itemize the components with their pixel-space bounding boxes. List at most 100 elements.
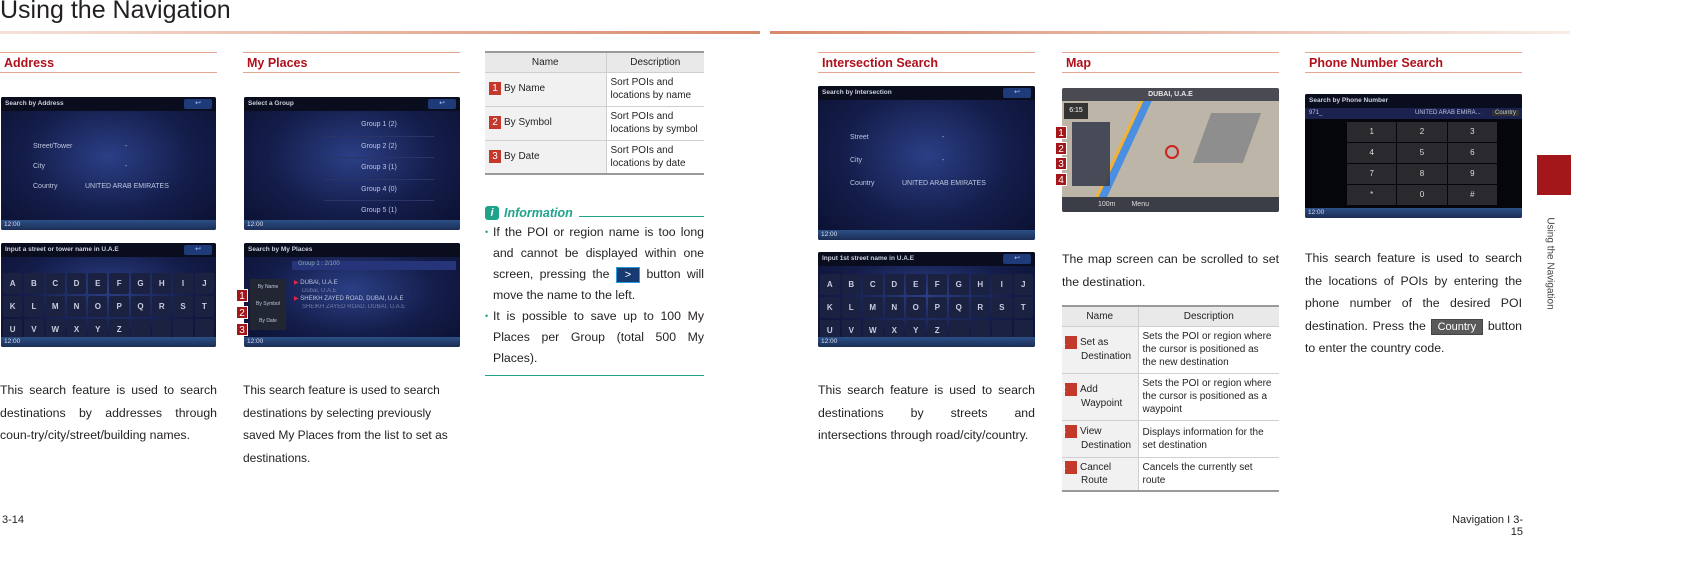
back-icon[interactable]: ↩ bbox=[428, 99, 456, 109]
key[interactable]: J bbox=[1013, 274, 1033, 295]
sort-by-name-button[interactable]: By Name bbox=[250, 279, 286, 296]
key[interactable]: M bbox=[45, 296, 65, 317]
phone-input[interactable]: 971_ UNITED ARAB EMIRA... Country bbox=[1305, 108, 1522, 119]
key[interactable]: L bbox=[24, 296, 44, 317]
phone-search-screen: Search by Phone Number 971_ UNITED ARAB E… bbox=[1305, 94, 1522, 218]
group-item[interactable]: Group 4 (0) bbox=[324, 180, 434, 201]
keypad-key[interactable]: 6 bbox=[1447, 143, 1497, 163]
key[interactable]: R bbox=[970, 297, 990, 318]
key[interactable]: B bbox=[24, 273, 44, 294]
information-heading: Information bbox=[504, 206, 573, 220]
field-row[interactable]: Street - bbox=[850, 126, 986, 149]
place-item[interactable]: ▶ SHEIKH ZAYED ROAD, DUBAI, U.A.E SHEIKH … bbox=[294, 295, 405, 311]
section-title: Intersection Search bbox=[822, 56, 939, 70]
key[interactable]: J bbox=[194, 273, 214, 294]
key[interactable]: K bbox=[3, 296, 23, 317]
back-icon[interactable]: ↩ bbox=[1003, 88, 1031, 98]
key[interactable]: T bbox=[194, 296, 214, 317]
keypad-key[interactable]: 4 bbox=[1347, 143, 1397, 163]
map-menu-table: Name Description 1 Set as Destination Sets … bbox=[1060, 305, 1279, 492]
clock: 12:00 bbox=[818, 337, 1035, 347]
section-header-intersection: Intersection Search bbox=[818, 52, 1035, 73]
key[interactable]: A bbox=[3, 273, 23, 294]
key[interactable]: P bbox=[109, 296, 129, 317]
column-header: Description bbox=[1138, 305, 1279, 327]
key[interactable]: D bbox=[66, 273, 87, 294]
key[interactable]: I bbox=[173, 273, 193, 294]
sort-by-date-button[interactable]: By Date bbox=[250, 313, 286, 330]
key[interactable]: L bbox=[841, 297, 861, 318]
callout-1: 1 bbox=[1055, 126, 1067, 139]
key[interactable]: Q bbox=[130, 296, 151, 317]
keypad-key[interactable]: 8 bbox=[1397, 164, 1447, 184]
key[interactable]: S bbox=[992, 297, 1012, 318]
map-screen[interactable]: DUBAI, U.A.E 6:15 100m Menu bbox=[1062, 88, 1279, 212]
keypad-key[interactable]: 9 bbox=[1447, 164, 1497, 184]
key[interactable]: P bbox=[927, 297, 947, 318]
keypad-key[interactable]: 7 bbox=[1347, 164, 1397, 184]
key[interactable]: G bbox=[949, 274, 969, 295]
section-title: Address bbox=[4, 56, 55, 70]
field-row[interactable]: City - bbox=[850, 149, 986, 172]
menu-button[interactable]: Menu bbox=[1131, 201, 1149, 208]
key[interactable]: E bbox=[88, 273, 108, 294]
sort-by-symbol-button[interactable]: By Symbol bbox=[250, 296, 286, 313]
clock: 12:00 bbox=[244, 220, 460, 230]
key[interactable]: B bbox=[841, 274, 861, 295]
group-item[interactable]: Group 1 (2) bbox=[324, 115, 434, 137]
field-row[interactable]: City - bbox=[33, 157, 169, 177]
key[interactable]: Q bbox=[949, 297, 969, 318]
key[interactable]: H bbox=[970, 274, 990, 295]
key[interactable]: K bbox=[820, 297, 840, 318]
key[interactable]: T bbox=[1013, 297, 1033, 318]
clock: 12:00 bbox=[1, 220, 216, 230]
clock: 12:00 bbox=[1305, 208, 1522, 218]
key[interactable]: S bbox=[173, 296, 193, 317]
callouts: 1 2 3 bbox=[236, 286, 248, 337]
field-row[interactable]: Country UNITED ARAB EMIRATES bbox=[33, 177, 169, 197]
time-display: 6:15 bbox=[1064, 103, 1088, 119]
group-item[interactable]: Group 5 (1) bbox=[324, 201, 434, 222]
key[interactable]: M bbox=[863, 297, 883, 318]
column-header: Name bbox=[485, 51, 607, 73]
keypad-key[interactable]: * bbox=[1347, 185, 1397, 205]
key[interactable]: F bbox=[109, 273, 129, 294]
info-bullet: If the POI or region name is too long an… bbox=[485, 222, 704, 306]
my-places-list-screen: Search by My Places Group 1 : 2/100 By N… bbox=[244, 243, 460, 347]
back-icon[interactable]: ↩ bbox=[184, 245, 212, 255]
key[interactable]: O bbox=[906, 297, 926, 318]
callout-2: 2 bbox=[236, 306, 248, 319]
key[interactable]: D bbox=[884, 274, 904, 295]
keypad-key[interactable]: 3 bbox=[1447, 122, 1497, 142]
key[interactable]: N bbox=[884, 297, 904, 318]
key[interactable]: C bbox=[863, 274, 883, 295]
back-icon[interactable]: ↩ bbox=[1003, 254, 1031, 264]
group-item[interactable]: Group 2 (2) bbox=[324, 137, 434, 158]
key[interactable]: G bbox=[130, 273, 151, 294]
key[interactable]: I bbox=[992, 274, 1012, 295]
location-bar: DUBAI, U.A.E bbox=[1062, 88, 1279, 101]
keypad-key[interactable]: 2 bbox=[1397, 122, 1447, 142]
key[interactable]: A bbox=[820, 274, 840, 295]
key[interactable]: H bbox=[152, 273, 172, 294]
key[interactable]: R bbox=[152, 296, 172, 317]
key[interactable]: O bbox=[88, 296, 108, 317]
key[interactable]: E bbox=[906, 274, 926, 295]
field-row[interactable]: Street/Tower - bbox=[33, 137, 169, 157]
address-description: This search feature is used to search de… bbox=[0, 383, 217, 442]
group-item[interactable]: Group 3 (1) bbox=[324, 158, 434, 180]
key[interactable]: N bbox=[66, 296, 87, 317]
key[interactable]: F bbox=[927, 274, 947, 295]
keypad-key[interactable]: 1 bbox=[1347, 122, 1397, 142]
key[interactable]: C bbox=[45, 273, 65, 294]
keypad-key[interactable]: 0 bbox=[1397, 185, 1447, 205]
keypad-key[interactable]: # bbox=[1447, 185, 1497, 205]
keypad-key[interactable]: 5 bbox=[1397, 143, 1447, 163]
back-icon[interactable]: ↩ bbox=[184, 99, 212, 109]
section-header-phone: Phone Number Search bbox=[1305, 52, 1522, 73]
country-button-label: Country bbox=[1430, 318, 1484, 335]
map-menu-panel bbox=[1072, 122, 1110, 186]
place-item[interactable]: ▶ DUBAI, U.A.E Dubai, U.A.E bbox=[294, 279, 405, 295]
field-row[interactable]: Country UNITED ARAB EMIRATES bbox=[850, 172, 986, 195]
my-places-description: This search feature is used to search de… bbox=[243, 383, 448, 465]
